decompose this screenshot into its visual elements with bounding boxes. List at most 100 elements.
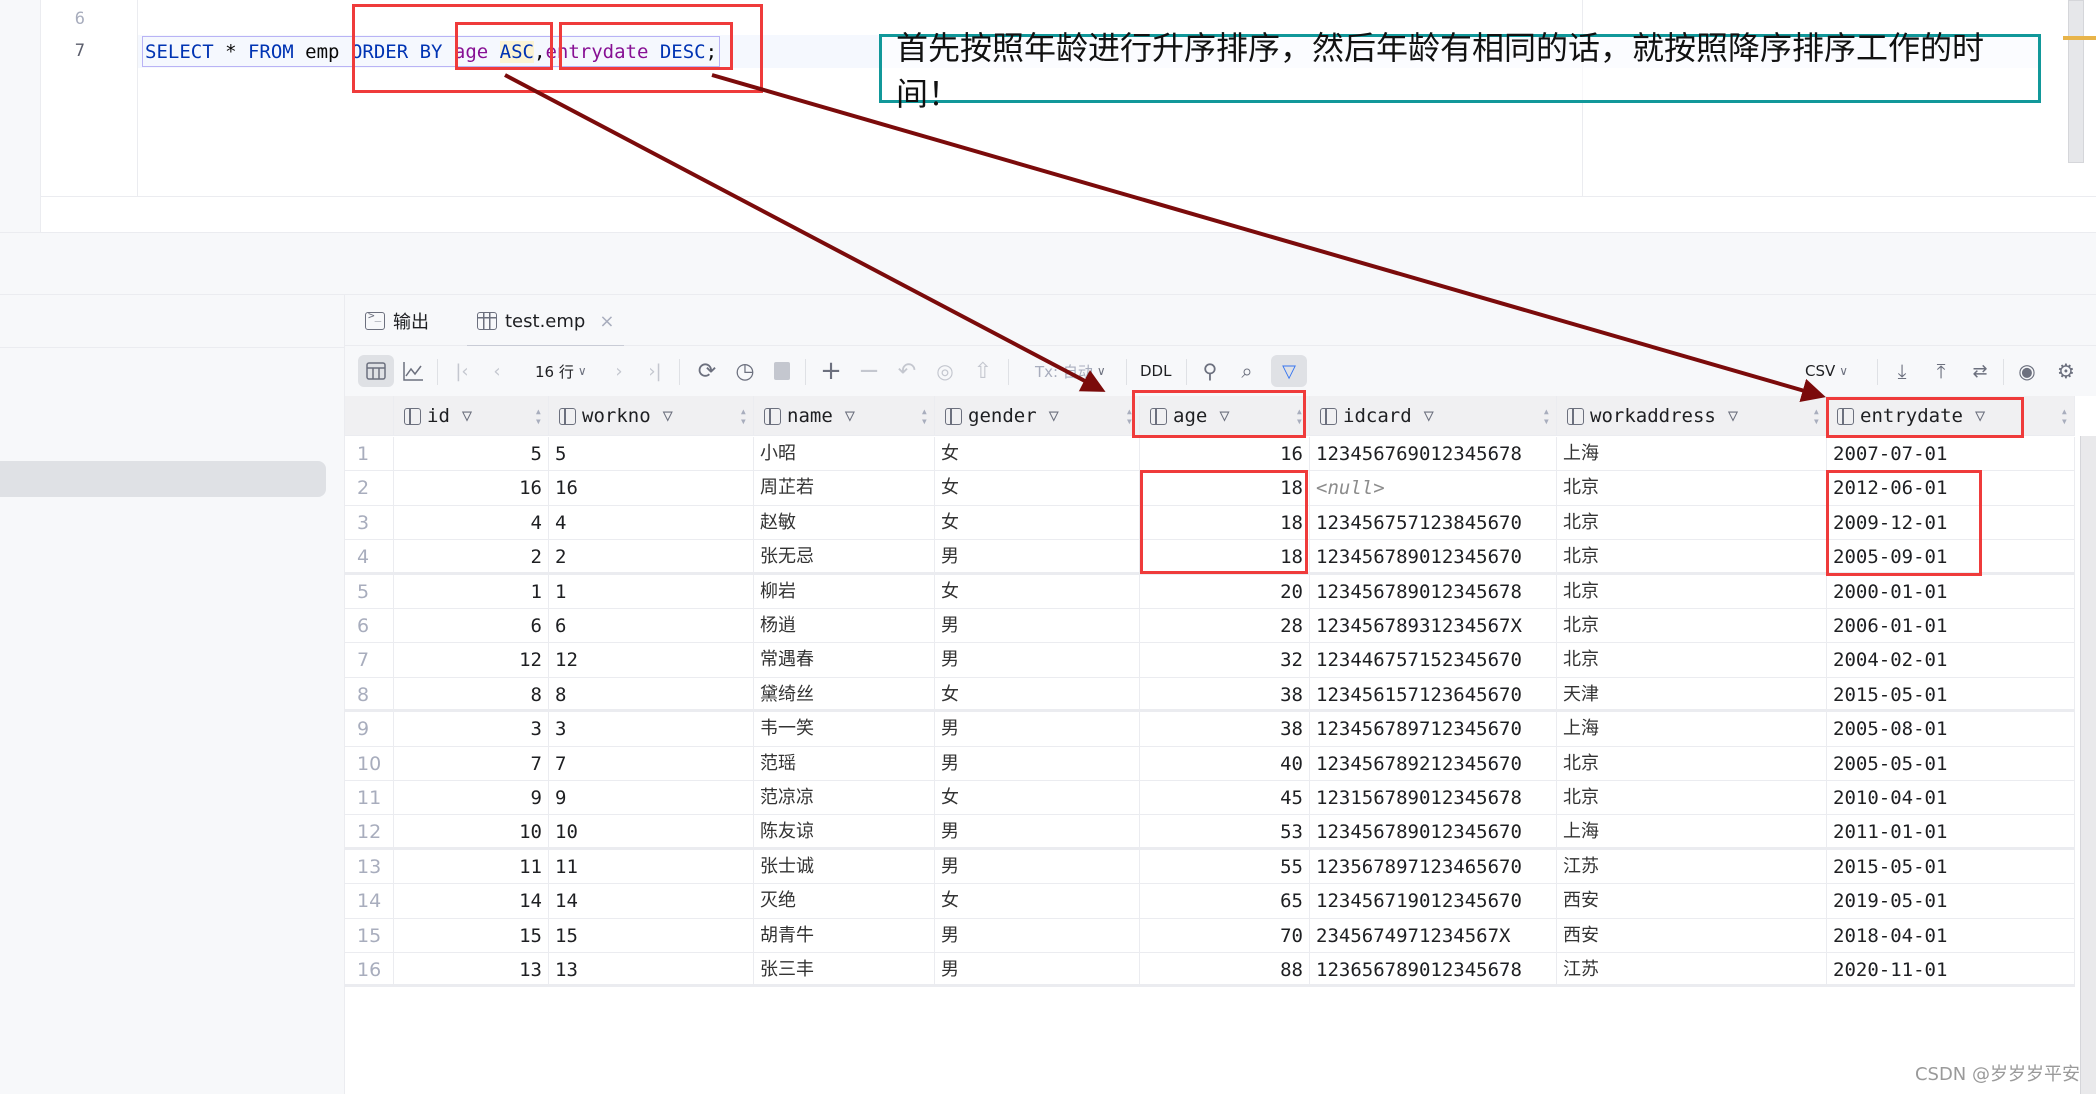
delete-row-button[interactable]: − <box>855 355 883 387</box>
cell-workno[interactable]: 15 <box>549 918 754 953</box>
filter-icon[interactable]: ▽ <box>845 406 855 426</box>
cell-age[interactable]: 55 <box>1140 849 1310 884</box>
cell-name[interactable]: 杨逍 <box>754 609 935 643</box>
first-page-button[interactable]: |‹ <box>450 355 474 387</box>
table-row[interactable]: 5 1 1 柳岩女 20 123456789012345678 北京 2000-01-01 <box>345 574 2075 609</box>
column-filter-toggle[interactable]: ▽ <box>1271 355 1307 387</box>
sort-icon[interactable]: ▴ ▾ <box>921 405 928 427</box>
cell-entrydate[interactable]: 2000-01-01 <box>1827 574 2075 609</box>
cell-entrydate[interactable]: 2004-02-01 <box>1827 643 2075 678</box>
filter-icon[interactable]: ▽ <box>1049 406 1059 426</box>
cell-workno[interactable]: 8 <box>549 677 754 712</box>
cell-name[interactable]: 范瑶 <box>754 746 935 781</box>
cell-id[interactable]: 14 <box>394 884 549 919</box>
cell-age[interactable]: 40 <box>1140 746 1310 781</box>
cell-age[interactable]: 16 <box>1140 437 1310 471</box>
cell-name[interactable]: 赵敏 <box>754 505 935 540</box>
cell-workaddress[interactable]: 江苏 <box>1557 849 1827 884</box>
cell-age[interactable]: 38 <box>1140 677 1310 712</box>
cell-workno[interactable]: 10 <box>549 815 754 850</box>
cell-gender[interactable]: 男 <box>935 712 1140 747</box>
table-row[interactable]: 13 11 11 张士诚男 55 123567897123465670 江苏 2015-05-… <box>345 849 2075 885</box>
cell-workaddress[interactable]: 北京 <box>1557 540 1827 575</box>
cell-age[interactable]: 88 <box>1140 953 1310 987</box>
sort-icon[interactable]: ▴ ▾ <box>1543 405 1550 427</box>
filter-icon[interactable]: ▽ <box>1424 406 1434 426</box>
cell-idcard[interactable]: 123456757123845670 <box>1310 505 1557 540</box>
table-row[interactable]: 9 3 3 韦一笑男 38 123456789712345670 上海 2005-08-01 <box>345 712 2075 747</box>
cell-gender[interactable]: 男 <box>935 540 1140 575</box>
sort-icon[interactable]: ▴ ▾ <box>1126 405 1133 427</box>
cell-id[interactable]: 9 <box>394 781 549 815</box>
table-row[interactable]: 12 10 10 陈友谅男 53 123456789012345670 上海 2011-01-… <box>345 815 2075 850</box>
cell-entrydate[interactable]: 2020-11-01 <box>1827 953 2075 987</box>
filter-icon[interactable]: ▽ <box>1975 406 1985 426</box>
cell-gender[interactable]: 女 <box>935 437 1140 471</box>
cell-workaddress[interactable]: 北京 <box>1557 781 1827 815</box>
cell-age[interactable]: 28 <box>1140 609 1310 643</box>
cell-idcard[interactable]: 12345678931234567X <box>1310 609 1557 643</box>
cell-id[interactable]: 11 <box>394 849 549 884</box>
cell-id[interactable]: 16 <box>394 471 549 506</box>
table-row[interactable]: 4 2 2 张无忌男 18 123456789012345670 北京 2005-09-01 <box>345 540 2075 575</box>
cell-entrydate[interactable]: 2007-07-01 <box>1827 437 2075 471</box>
cell-age[interactable]: 53 <box>1140 815 1310 850</box>
cell-id[interactable]: 4 <box>394 505 549 540</box>
cell-workaddress[interactable]: 上海 <box>1557 437 1827 471</box>
column-header-gender[interactable]: gender ▽ ▴ ▾ <box>935 396 1140 436</box>
cell-entrydate[interactable]: 2005-05-01 <box>1827 746 2075 781</box>
cell-name[interactable]: 黛绮丝 <box>754 677 935 712</box>
cell-gender[interactable]: 男 <box>935 746 1140 781</box>
cell-entrydate[interactable]: 2005-08-01 <box>1827 712 2075 747</box>
cell-age[interactable]: 70 <box>1140 918 1310 953</box>
cell-idcard[interactable]: 123446757152345670 <box>1310 643 1557 678</box>
submit-button[interactable]: ⇧ <box>969 355 997 387</box>
cell-entrydate[interactable]: 2012-06-01 <box>1827 471 2075 506</box>
cell-workaddress[interactable]: 北京 <box>1557 574 1827 609</box>
cell-name[interactable]: 陈友谅 <box>754 815 935 850</box>
cell-id[interactable]: 1 <box>394 574 549 609</box>
cell-entrydate[interactable]: 2015-05-01 <box>1827 677 2075 712</box>
next-page-button[interactable]: › <box>607 355 631 387</box>
cell-entrydate[interactable]: 2005-09-01 <box>1827 540 2075 575</box>
sort-icon[interactable]: ▴ ▾ <box>1296 405 1303 427</box>
cell-idcard[interactable]: 123456789012345670 <box>1310 540 1557 575</box>
cell-gender[interactable]: 女 <box>935 781 1140 815</box>
cell-id[interactable]: 13 <box>394 953 549 987</box>
cell-idcard[interactable]: 123456789012345678 <box>1310 574 1557 609</box>
table-row[interactable]: 10 7 7 范瑶男 40 123456789212345670 北京 2005-05-01 <box>345 746 2075 781</box>
view-options-button[interactable]: ◉ <box>2012 355 2042 387</box>
sort-icon[interactable]: ▴ ▾ <box>2061 405 2068 427</box>
cell-workno[interactable]: 2 <box>549 540 754 575</box>
cell-gender[interactable]: 男 <box>935 609 1140 643</box>
table-row[interactable]: 14 14 14 灭绝女 65 123456719012345670 西安 2019-05-0… <box>345 884 2075 919</box>
cell-gender[interactable]: 女 <box>935 677 1140 712</box>
cell-id[interactable]: 15 <box>394 918 549 953</box>
tab-test-emp[interactable]: test.emp × <box>467 295 625 348</box>
column-header-age[interactable]: age ▽ ▴ ▾ <box>1140 396 1310 436</box>
cell-workno[interactable]: 13 <box>549 953 754 987</box>
cell-gender[interactable]: 男 <box>935 953 1140 987</box>
history-button[interactable]: ◷ <box>731 355 759 387</box>
cell-name[interactable]: 胡青牛 <box>754 918 935 953</box>
cell-workaddress[interactable]: 江苏 <box>1557 953 1827 987</box>
column-header-idcard[interactable]: idcard ▽ ▴ ▾ <box>1310 396 1557 436</box>
settings-button[interactable]: ⚙ <box>2051 355 2081 387</box>
table-row[interactable]: 8 8 8 黛绮丝女 38 123456157123645670 天津 2015-05-01 <box>345 677 2075 713</box>
cell-workno[interactable]: 4 <box>549 505 754 540</box>
cell-age[interactable]: 18 <box>1140 505 1310 540</box>
prev-page-button[interactable]: ‹ <box>485 355 509 387</box>
preview-changes-button[interactable]: ◎ <box>931 355 959 387</box>
table-row[interactable]: 3 4 4 赵敏女 18 123456757123845670 北京 2009-12-01 <box>345 505 2075 541</box>
cell-workno[interactable]: 3 <box>549 712 754 747</box>
column-header-name[interactable]: name ▽ ▴ ▾ <box>754 396 935 436</box>
sort-icon[interactable]: ▴ ▾ <box>1813 405 1820 427</box>
filter-icon[interactable]: ▽ <box>1728 406 1738 426</box>
chart-view-button[interactable] <box>398 355 428 387</box>
revert-button[interactable]: ↶ <box>893 355 921 387</box>
search-button[interactable]: ⌕ <box>1234 355 1260 387</box>
refresh-button[interactable]: ⟳ <box>693 355 721 387</box>
cell-id[interactable]: 8 <box>394 677 549 712</box>
table-row[interactable]: 11 9 9 范凉凉女 45 123156789012345678 北京 2010-04-01 <box>345 781 2075 816</box>
cell-entrydate[interactable]: 2010-04-01 <box>1827 781 2075 815</box>
